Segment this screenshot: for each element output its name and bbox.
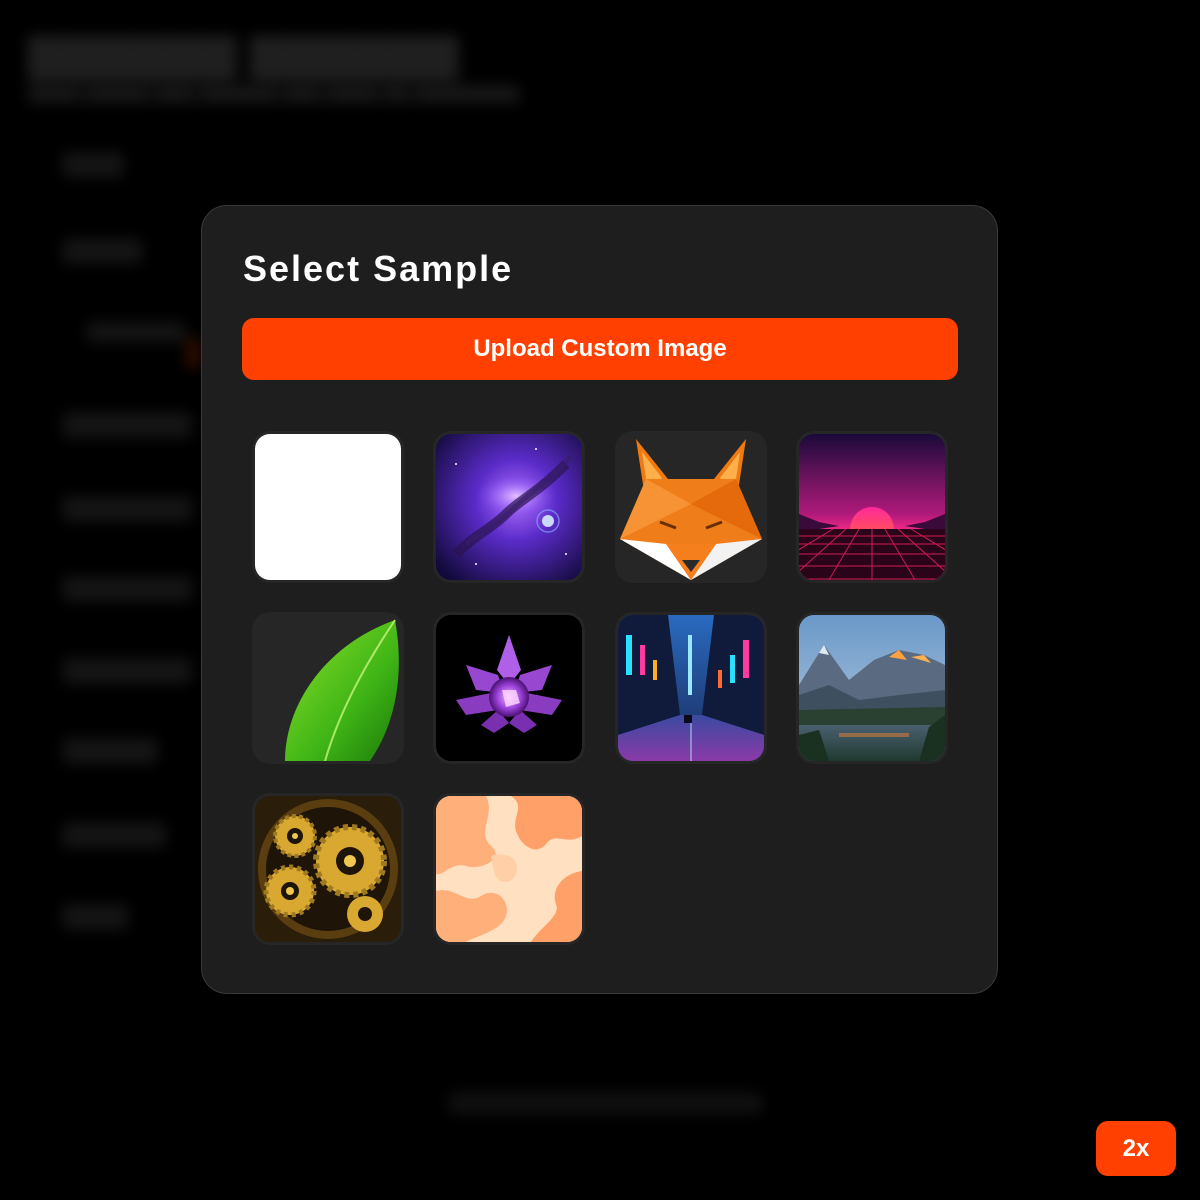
background-subtitle-blurred: ▇▇▇▇ ▇▇▇▇▇ ▇▇▇ ▇▇▇▇▇▇ ▇▇▇ ▇▇▇▇ ▇▇ ▇▇▇▇▇▇… — [28, 84, 519, 103]
sample-thumbnail-neon-city-street[interactable] — [615, 612, 767, 764]
select-sample-modal: Select Sample Upload Custom Image — [201, 205, 998, 994]
neon-city-street-image — [618, 615, 764, 761]
blank-white-image — [255, 434, 401, 580]
background-row — [62, 738, 158, 764]
background-row — [62, 496, 192, 522]
orange-abstract-pattern-image — [436, 796, 582, 942]
sample-thumbnail-purple-crystal-flower[interactable] — [433, 612, 585, 764]
low-poly-fox-image — [618, 434, 764, 580]
background-row — [62, 412, 192, 438]
sample-thumbnail-low-poly-fox[interactable] — [615, 431, 767, 583]
background-row — [62, 238, 142, 264]
background-title-blurred: ▇▇▇▇▇▇ ▇▇▇▇▇▇ — [28, 31, 460, 80]
sample-thumbnail-green-leaf[interactable] — [252, 612, 404, 764]
background-row — [62, 658, 192, 684]
sample-thumbnail-blank-white[interactable] — [252, 431, 404, 583]
green-leaf-image — [255, 615, 401, 761]
golden-clockwork-gears-image — [255, 796, 401, 942]
synthwave-sunset-image — [799, 434, 945, 580]
sample-thumbnail-orange-abstract-pattern[interactable] — [433, 793, 585, 945]
background-row — [62, 904, 128, 930]
zoom-level-button[interactable]: 2x — [1096, 1121, 1176, 1176]
sample-thumbnail-golden-clockwork-gears[interactable] — [252, 793, 404, 945]
purple-crystal-flower-image — [436, 615, 582, 761]
modal-title: Select Sample — [243, 248, 514, 289]
sample-thumbnail-purple-nebula[interactable] — [433, 431, 585, 583]
sample-thumbnail-synthwave-sunset[interactable] — [796, 431, 948, 583]
background-row — [86, 322, 186, 342]
sample-thumbnail-mountain-lake[interactable] — [796, 612, 948, 764]
mountain-lake-image — [799, 615, 945, 761]
purple-nebula-image — [436, 434, 582, 580]
background-row — [62, 822, 166, 848]
background-footer — [448, 1092, 762, 1114]
upload-custom-image-button[interactable]: Upload Custom Image — [242, 318, 958, 380]
background-row — [62, 152, 124, 178]
background-accent — [186, 338, 200, 368]
background-row — [62, 576, 192, 602]
